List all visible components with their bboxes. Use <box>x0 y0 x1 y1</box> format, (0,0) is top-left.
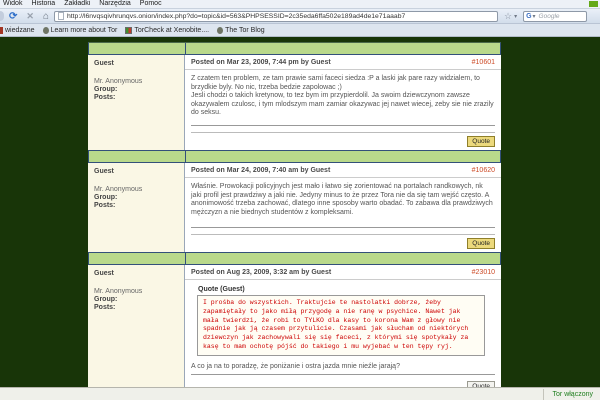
browser-window: Widok Historia Zakładki Narzędzia Pomoc … <box>0 0 600 400</box>
post-body: A co ja na to poradzę, że poniżanie i os… <box>185 356 501 370</box>
post-content-cell: Posted on Mar 24, 2009, 7:40 am by Guest… <box>185 163 501 252</box>
page-viewport: Guest Mr. Anonymous Group: Posts: Posted… <box>0 37 600 387</box>
bookmark-torcheck[interactable]: TorCheck at Xenobite.... <box>134 27 209 34</box>
post-date: Posted on Mar 23, 2009, 7:44 pm by Guest <box>191 59 331 66</box>
quoted-post-title: Quote (Guest) <box>198 286 501 293</box>
bookmark-learn-more-tor[interactable]: Learn more about Tor <box>51 27 118 34</box>
post-id-link[interactable]: #10620 <box>472 167 495 174</box>
navigation-toolbar: ⟳ ✕ ⌂ http://l6nvqsqivhrunqvs.onion/inde… <box>0 9 600 24</box>
menu-tools[interactable]: Narzędzia <box>99 0 131 8</box>
signature-divider <box>191 227 495 228</box>
post-author-cell: Guest Mr. Anonymous Group: Posts: <box>88 163 185 252</box>
post-content-cell: Posted on Mar 23, 2009, 7:44 pm by Guest… <box>185 55 501 150</box>
menu-bookmarks[interactable]: Zakładki <box>64 0 90 8</box>
forum-thread-table: Guest Mr. Anonymous Group: Posts: Posted… <box>88 42 501 387</box>
post-author-cell: Guest Mr. Anonymous Group: Posts: <box>88 55 185 150</box>
author-group-label: Group: <box>94 194 178 201</box>
signature-divider <box>191 374 495 375</box>
post-body: Z czatem ten problem, ze tam prawie sami… <box>185 70 501 118</box>
home-icon[interactable]: ⌂ <box>43 11 49 22</box>
post-body: Właśnie. Prowokacji policyjnych jest mał… <box>185 178 501 217</box>
bookmarks-toolbar: wiedzane Learn more about Tor TorCheck a… <box>0 24 600 37</box>
author-posts-label: Posts: <box>94 94 178 101</box>
author-alias: Mr. Anonymous <box>94 288 178 295</box>
url-text[interactable]: http://l6nvqsqivhrunqvs.onion/index.php?… <box>67 13 405 20</box>
signature-divider <box>191 125 495 126</box>
forum-post: Guest Mr. Anonymous Group: Posts: Posted… <box>88 55 501 151</box>
onion-icon <box>217 27 223 34</box>
torcheck-icon <box>125 27 132 34</box>
author-alias: Mr. Anonymous <box>94 186 178 193</box>
reload-icon[interactable]: ⟳ <box>9 11 17 22</box>
back-button-partial[interactable] <box>0 11 4 21</box>
author-alias: Mr. Anonymous <box>94 78 178 85</box>
forum-post: Guest Mr. Anonymous Group: Posts: Posted… <box>88 163 501 253</box>
post-date: Posted on Mar 24, 2009, 7:40 am by Guest <box>191 167 330 174</box>
stop-icon[interactable]: ✕ <box>26 11 34 22</box>
post-separator-band <box>88 151 501 163</box>
status-bar: Tor włączony <box>0 387 600 400</box>
footer-divider <box>191 234 495 235</box>
post-id-link[interactable]: #10601 <box>472 59 495 66</box>
menu-bar: Widok Historia Zakładki Narzędzia Pomoc <box>0 0 600 9</box>
author-posts-label: Posts: <box>94 202 178 209</box>
author-name: Guest <box>94 60 178 67</box>
forum-post: Guest Mr. Anonymous Group: Posts: Posted… <box>88 265 501 387</box>
google-logo-icon[interactable]: G <box>526 13 531 20</box>
bookmark-tor-blog[interactable]: The Tor Blog <box>225 27 265 34</box>
quoted-post-body: I prośba do wszystkich. Traktujcie te na… <box>197 295 485 356</box>
quote-button[interactable]: Quote <box>467 136 495 147</box>
post-date: Posted on Aug 23, 2009, 3:32 am by Guest <box>191 269 331 276</box>
table-header-band <box>88 42 501 55</box>
post-separator-band <box>88 253 501 265</box>
search-engine-dropdown-icon[interactable]: ▾ <box>533 13 536 20</box>
search-box[interactable]: G ▾ Google <box>523 11 587 22</box>
bookmark-star-icon[interactable]: ☆ <box>504 11 512 22</box>
menu-help[interactable]: Pomoc <box>140 0 162 8</box>
post-content-cell: Posted on Aug 23, 2009, 3:32 am by Guest… <box>185 265 501 387</box>
author-posts-label: Posts: <box>94 304 178 311</box>
search-placeholder[interactable]: Google <box>539 13 560 20</box>
bookmark-dropdown-icon[interactable]: ▾ <box>514 13 517 20</box>
author-name: Guest <box>94 168 178 175</box>
quote-button[interactable]: Quote <box>467 238 495 249</box>
author-group-label: Group: <box>94 296 178 303</box>
tor-status-indicator[interactable]: Tor włączony <box>543 389 600 400</box>
menu-history[interactable]: Historia <box>31 0 55 8</box>
url-bar[interactable]: http://l6nvqsqivhrunqvs.onion/index.php?… <box>54 11 498 22</box>
menu-view[interactable]: Widok <box>3 0 22 8</box>
footer-divider <box>191 132 495 133</box>
author-group-label: Group: <box>94 86 178 93</box>
post-author-cell: Guest Mr. Anonymous Group: Posts: <box>88 265 185 387</box>
onion-icon <box>43 27 49 34</box>
window-corner-badge <box>589 1 598 7</box>
post-id-link[interactable]: #23010 <box>472 269 495 276</box>
page-icon <box>58 12 64 20</box>
bookmark-folder-icon-partial <box>0 27 3 34</box>
author-name: Guest <box>94 270 178 277</box>
bookmark-most-visited[interactable]: wiedzane <box>5 27 35 34</box>
